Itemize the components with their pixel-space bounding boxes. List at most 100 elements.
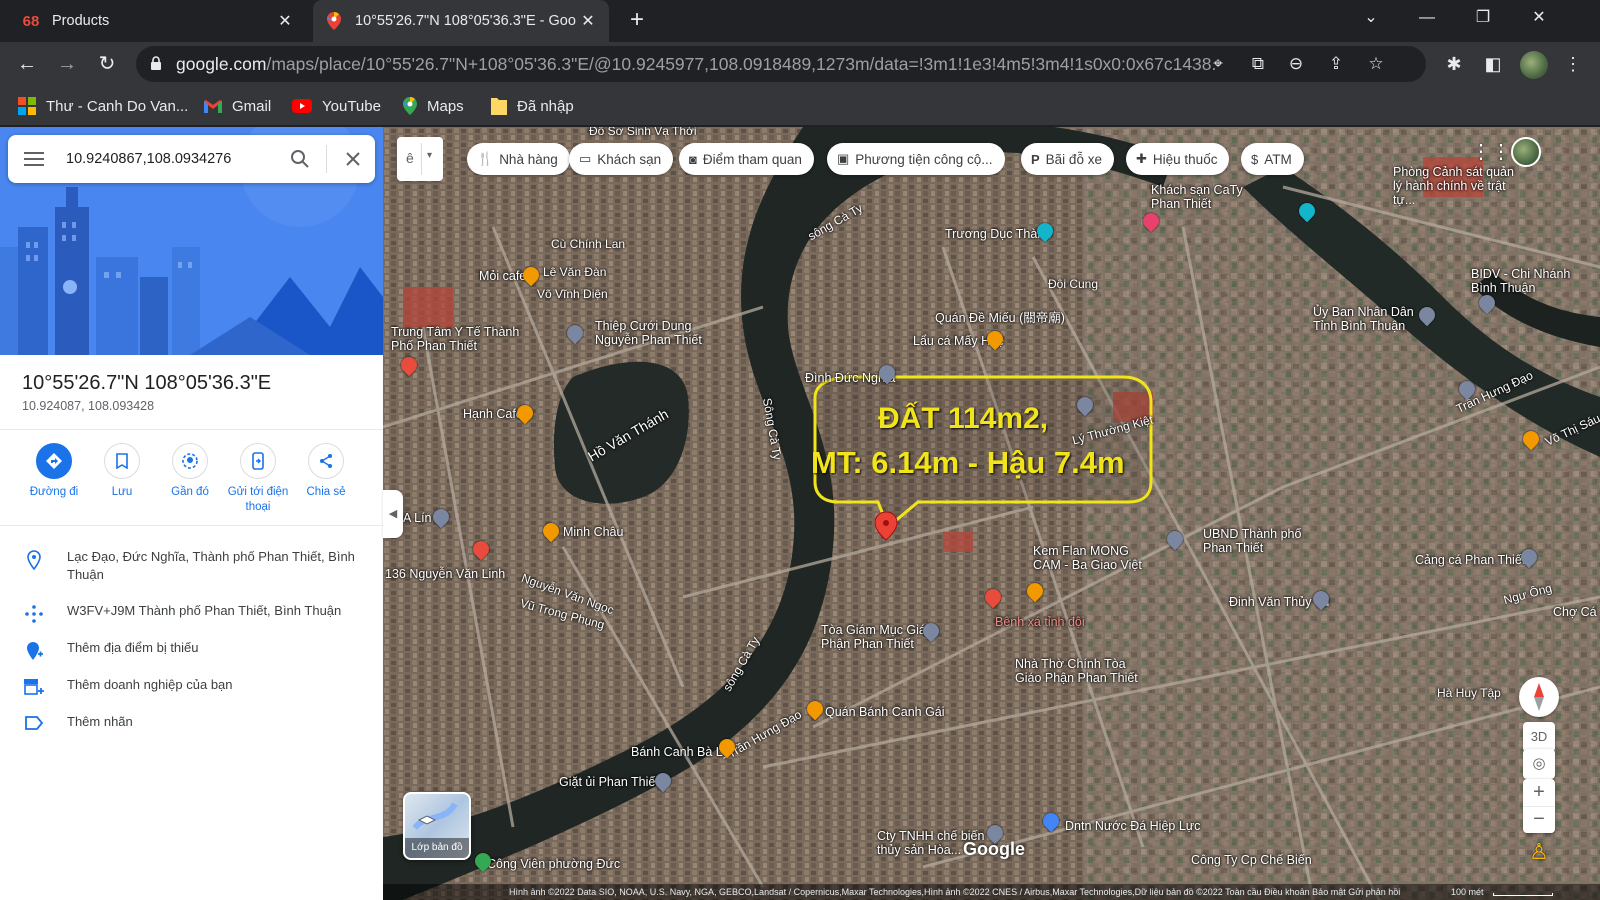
map-mode-button[interactable]: ê ▾ (397, 137, 443, 181)
close-window-icon[interactable]: ✕ (1516, 0, 1562, 38)
minimize-icon[interactable]: — (1404, 0, 1450, 38)
map-label: Thiệp Cưới Dung Nguyễn Phan Thiết (595, 319, 702, 347)
hamburger-menu-icon[interactable] (24, 150, 44, 168)
close-icon[interactable] (341, 147, 365, 171)
map-canvas[interactable]: ĐẤT 114m2, MT: 6.14m - Hậu 7.4m Đỗ Sơ Si… (383, 127, 1600, 900)
google-logo: Google (963, 839, 1025, 859)
layers-icon (412, 802, 458, 831)
close-tab-icon[interactable]: ✕ (579, 11, 597, 31)
apps-grid-icon[interactable]: ⋮⋮ (1471, 139, 1511, 165)
share-button[interactable]: Chia sẻ (292, 443, 360, 500)
profile-avatar[interactable] (1520, 51, 1548, 79)
tab-search-icon[interactable]: ⌄ (1348, 0, 1394, 38)
bookmark-item[interactable]: Gmail (204, 86, 271, 126)
atm-icon: $ (1251, 151, 1259, 167)
search-icon[interactable] (288, 147, 312, 171)
chip-pharmacy[interactable]: ✚ Hiệu thuốc (1126, 143, 1230, 175)
tab-favicon: 68 (22, 12, 40, 30)
share-page-icon[interactable]: ⇪ (1326, 54, 1346, 74)
search-input[interactable] (66, 147, 276, 171)
map-label: Trương Dục Thành (945, 227, 1052, 241)
lock-icon (151, 56, 161, 70)
folder-icon (491, 98, 507, 115)
open-in-app-icon[interactable]: ⧉ (1248, 54, 1268, 74)
nearby-button[interactable]: Gần đó (156, 443, 224, 500)
restore-icon[interactable]: ❐ (1460, 0, 1506, 38)
map-label: Đỗ Sơ Sinh Vạ Thới (589, 127, 697, 138)
chip-parking[interactable]: P Bãi đỗ xe (1021, 143, 1114, 175)
bookmark-item[interactable]: Thư - Canh Do Van... (18, 86, 188, 126)
layers-button[interactable]: Lớp bản đồ (403, 792, 471, 860)
map-label: Ủy Ban Nhân Dân Tỉnh Bình Thuận (1313, 305, 1414, 333)
divider (0, 525, 383, 526)
info-row-add-place[interactable]: Thêm địa điểm bị thiếu (0, 639, 383, 661)
map-label: Nhà Thờ Chính Tòa Giáo Phận Phan Thiết (1015, 657, 1138, 685)
info-row-address[interactable]: Lạc Đạo, Đức Nghĩa, Thành phố Phan Thiết… (0, 548, 383, 584)
3d-toggle-button[interactable]: 3D (1523, 722, 1555, 752)
save-button[interactable]: Lưu (88, 443, 156, 500)
send-to-phone-button[interactable]: Gửi tới điện thoại (224, 443, 292, 515)
bookmarks-bar: Thư - Canh Do Van... Gmail YouTube Maps … (0, 86, 1600, 126)
chip-atm[interactable]: $ ATM (1241, 143, 1304, 175)
back-icon[interactable]: ← (12, 49, 42, 79)
search-box (8, 135, 375, 183)
info-row-add-label[interactable]: Thêm nhãn (0, 713, 383, 731)
map-label: Kem Flan MONG CAM - Ba Giao Việt (1033, 544, 1142, 572)
info-row-add-business[interactable]: Thêm doanh nghiệp của bạn (0, 676, 383, 696)
map-label: Phòng Cảnh sát quản lý hành chính về trậ… (1393, 165, 1514, 207)
bookmark-item[interactable]: YouTube (292, 86, 381, 126)
map-label: Chợ Cá (1553, 605, 1597, 619)
share-icon (308, 443, 344, 479)
map-label: Hà Huy Tập (1437, 686, 1501, 700)
location-icon[interactable]: ⌖ (1208, 54, 1228, 74)
place-title: 10°55'26.7"N 108°05'36.3"E (22, 372, 272, 394)
zoom-icon[interactable]: ⊖ (1286, 54, 1306, 74)
tab-maps[interactable]: 10°55'26.7"N 108°05'36.3"E - Goo ✕ (313, 0, 609, 42)
compass-icon[interactable] (1519, 677, 1559, 717)
divider (0, 429, 383, 430)
chip-hotels[interactable]: ▭ Khách sạn (569, 143, 674, 175)
chip-restaurants[interactable]: 🍴 Nhà hàng (467, 143, 570, 175)
zoom-in-icon[interactable]: + (1523, 779, 1555, 806)
chip-transit[interactable]: ▣ Phương tiện công cộ... (827, 143, 1005, 175)
close-tab-icon[interactable]: ✕ (276, 11, 294, 31)
gmail-icon (204, 100, 222, 113)
account-avatar[interactable] (1511, 137, 1541, 167)
map-label: 136 Nguyễn Văn Linh (385, 567, 506, 581)
bookmark-item[interactable]: Maps (403, 86, 464, 126)
more-menu-icon[interactable]: ⋮ (1562, 53, 1584, 75)
nearby-icon (172, 443, 208, 479)
map-label: Võ Vĩnh Diện (537, 287, 608, 301)
bookmark-star-icon[interactable]: ☆ (1366, 54, 1386, 74)
place-coordinates: 10.924087, 108.093428 (22, 399, 155, 413)
address-bar[interactable]: google.com/maps/place/10°55'26.7"N+108°0… (136, 46, 1426, 82)
pegman-icon[interactable]: ♙ (1527, 839, 1551, 869)
plus-code-icon (24, 605, 43, 623)
parking-icon: P (1031, 151, 1040, 167)
tab-title: 10°55'26.7"N 108°05'36.3"E - Goo (355, 13, 576, 29)
collapse-panel-button[interactable]: ◀ (383, 490, 403, 538)
forward-icon[interactable]: → (52, 49, 82, 79)
chip-attractions[interactable]: ◙ Điểm tham quan (679, 143, 814, 175)
info-row-pluscode[interactable]: W3FV+J9M Thành phố Phan Thiết, Bình Thuậ… (0, 602, 383, 624)
directions-button[interactable]: Đường đi (20, 443, 88, 500)
map-label: Quán Đề Miếu (關帝廟) (935, 311, 1065, 325)
bookmark-icon (104, 443, 140, 479)
map-label: Trung Tâm Y Tế Thành Phố Phan Thiết (391, 325, 520, 353)
tab-products[interactable]: 68 Products ✕ (10, 0, 306, 42)
attribution-bar: Hình ảnh ©2022 Data SIO, NOAA, U.S. Navy… (383, 884, 1600, 900)
maps-pin-icon (325, 12, 343, 30)
my-location-icon[interactable]: ◎ (1523, 749, 1555, 779)
new-tab-button[interactable]: + (624, 8, 650, 34)
map-label: Cảng cá Phan Thiết (1415, 553, 1526, 567)
zoom-out-icon[interactable]: − (1523, 806, 1555, 833)
extensions-icon[interactable]: ✱ (1443, 53, 1465, 75)
map-label: Dntn Nước Đá Hiệp Lực (1065, 819, 1201, 833)
reload-icon[interactable]: ↻ (92, 49, 122, 79)
map-label: UBND Thành phố Phan Thiết (1203, 527, 1302, 555)
bookmark-item[interactable]: Đã nhập (491, 86, 574, 126)
microsoft-icon (18, 97, 36, 115)
map-label: Cù Chính Lan (551, 237, 626, 251)
side-panel-icon[interactable]: ◧ (1482, 53, 1504, 75)
scale-label[interactable]: 100 mét (1451, 884, 1484, 900)
